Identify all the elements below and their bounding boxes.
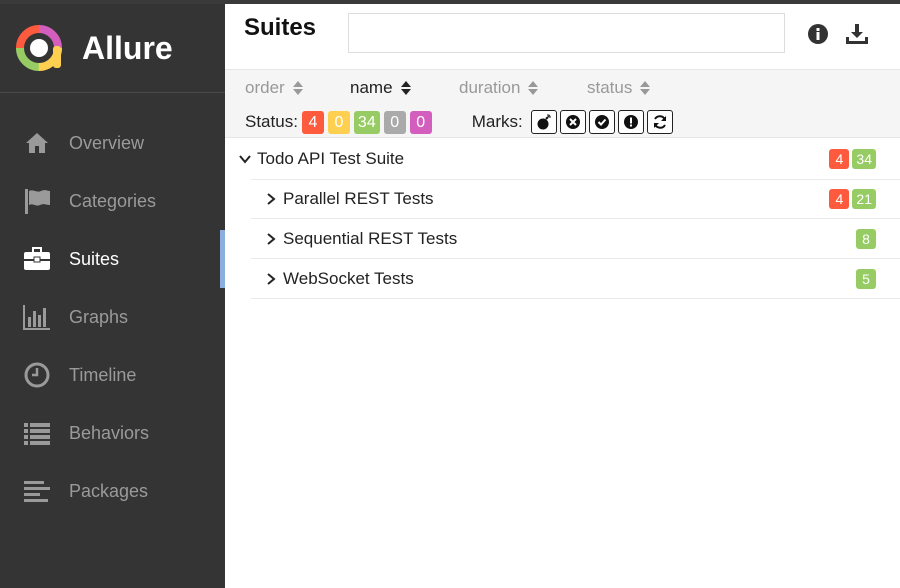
status-label: Status: <box>245 112 298 131</box>
tree-group-name: Parallel REST Tests <box>283 189 434 208</box>
tree-group-sequential-rest[interactable]: Sequential REST Tests 8 <box>251 219 900 259</box>
sidebar-item-categories[interactable]: Categories <box>0 172 225 230</box>
sidebar-item-suites[interactable]: Suites <box>0 230 225 288</box>
sort-arrows-icon <box>400 80 411 96</box>
mark-retries-toggle[interactable] <box>646 110 673 134</box>
info-icon <box>808 24 828 44</box>
brand-name: Allure <box>82 29 173 66</box>
passed-count-badge: 21 <box>852 189 876 209</box>
sort-arrows-icon <box>640 80 651 96</box>
clock-icon <box>23 361 51 389</box>
tree-group-counts: 4 21 <box>826 189 876 209</box>
tree-group-counts: 8 <box>853 228 876 249</box>
sidebar-item-timeline[interactable]: Timeline <box>0 346 225 404</box>
passed-count-badge: 8 <box>856 228 876 249</box>
close-circle-icon <box>565 115 580 129</box>
mark-flaky-toggle[interactable] <box>617 110 644 134</box>
tree-group-counts: 5 <box>853 268 876 289</box>
chevron-down-icon <box>237 151 253 167</box>
download-button[interactable] <box>844 21 870 47</box>
mark-new-passed-toggle[interactable] <box>588 110 615 134</box>
chevron-right-icon <box>263 271 279 287</box>
sort-name[interactable]: name <box>350 78 411 98</box>
sort-duration-label: duration <box>459 78 521 97</box>
chevron-right-icon <box>263 231 279 247</box>
status-failed-toggle[interactable]: 4 <box>301 110 324 134</box>
sort-order-label: order <box>245 78 285 97</box>
allure-logo <box>16 25 62 71</box>
sidebar-item-label: Suites <box>69 248 120 269</box>
info-button[interactable] <box>805 21 831 47</box>
tree-group-websocket[interactable]: WebSocket Tests 5 <box>251 259 900 299</box>
sidebar-item-overview[interactable]: Overview <box>0 114 225 172</box>
chevron-right-icon <box>263 191 279 207</box>
briefcase-icon <box>23 245 51 273</box>
marks-label: Marks: <box>471 112 523 131</box>
header: Suites <box>225 4 900 69</box>
align-left-icon <box>23 477 51 505</box>
home-icon <box>23 129 51 157</box>
toolbar: order name duration status Status: 4 0 3… <box>225 69 900 138</box>
search-input[interactable] <box>348 13 785 53</box>
sidebar-item-graphs[interactable]: Graphs <box>0 288 225 346</box>
sort-status[interactable]: status <box>587 78 651 98</box>
bar-chart-icon <box>23 303 51 331</box>
sort-order[interactable]: order <box>245 78 303 98</box>
suites-tree: Todo API Test Suite 4 34 Parallel REST T… <box>225 138 900 299</box>
list-icon <box>23 419 51 447</box>
download-icon <box>846 24 868 44</box>
refresh-icon <box>653 115 666 129</box>
flag-icon <box>23 187 51 215</box>
tree-group-parallel-rest[interactable]: Parallel REST Tests 4 21 <box>251 179 900 219</box>
sort-duration[interactable]: duration <box>459 78 539 98</box>
sidebar-nav: Overview Categories Suites Graphs Timeli… <box>0 114 225 520</box>
tree-group-root[interactable]: Todo API Test Suite 4 34 <box>225 138 900 179</box>
bomb-icon <box>537 114 551 130</box>
sidebar-item-label: Timeline <box>69 364 137 385</box>
sidebar-item-label: Packages <box>69 480 149 501</box>
mark-new-broken-toggle[interactable] <box>559 110 586 134</box>
sidebar: Allure Overview Categories Suites Graphs <box>0 4 225 588</box>
brand[interactable]: Allure <box>0 4 225 93</box>
passed-count-badge: 34 <box>852 148 876 169</box>
sidebar-item-label: Behaviors <box>69 422 150 443</box>
status-passed-toggle[interactable]: 34 <box>353 110 380 134</box>
sidebar-item-label: Categories <box>69 190 157 211</box>
sidebar-item-label: Overview <box>69 132 145 153</box>
tree-group-name: Sequential REST Tests <box>283 228 458 248</box>
passed-count-badge: 5 <box>856 268 876 289</box>
status-unknown-toggle[interactable]: 0 <box>409 110 432 134</box>
sort-arrows-icon <box>528 80 539 96</box>
tree-group-counts: 4 34 <box>826 148 876 169</box>
sidebar-item-packages[interactable]: Packages <box>0 462 225 520</box>
tree-group-name: WebSocket Tests <box>283 268 414 288</box>
check-circle-icon <box>594 115 609 129</box>
mark-new-failed-toggle[interactable] <box>530 110 557 134</box>
status-filter-row: Status: 4 0 34 0 0 Marks: <box>245 110 673 134</box>
main-panel: Suites order name duration status Status… <box>225 4 900 588</box>
page-title: Suites <box>244 14 317 41</box>
sidebar-item-label: Graphs <box>69 306 129 327</box>
sort-status-label: status <box>587 78 633 97</box>
exclamation-circle-icon <box>623 115 638 129</box>
failed-count-badge: 4 <box>829 148 850 169</box>
status-broken-toggle[interactable]: 0 <box>327 110 350 134</box>
sort-arrows-icon <box>292 80 303 96</box>
status-skipped-toggle[interactable]: 0 <box>383 110 406 134</box>
tree-group-name: Todo API Test Suite <box>257 148 405 168</box>
failed-count-badge: 4 <box>829 189 850 209</box>
sort-name-label: name <box>350 78 393 97</box>
sidebar-item-behaviors[interactable]: Behaviors <box>0 404 225 462</box>
